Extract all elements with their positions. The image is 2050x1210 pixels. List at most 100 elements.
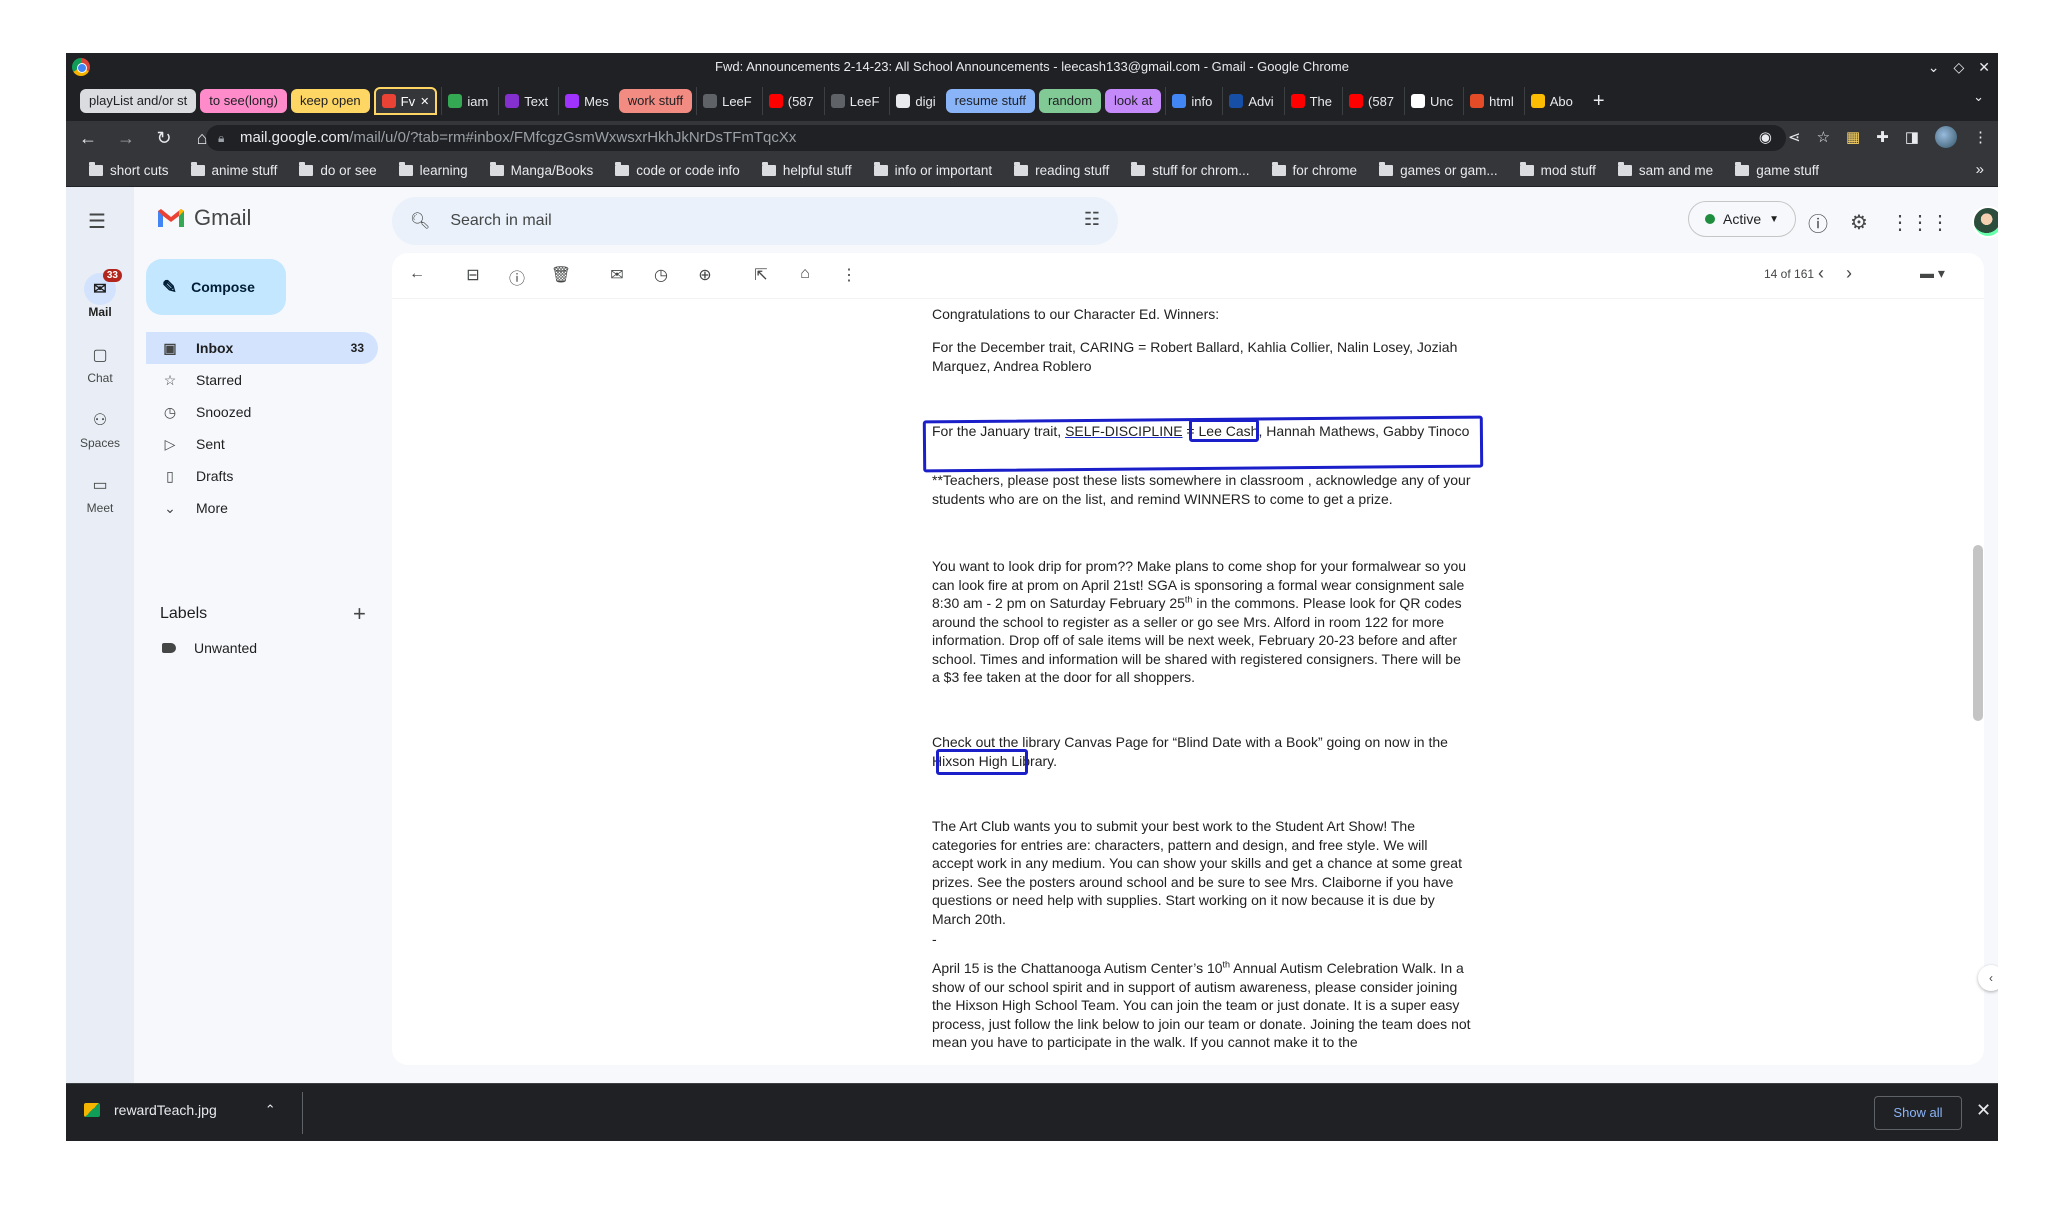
- share-icon[interactable]: ⋖: [1788, 128, 1801, 146]
- status-chip[interactable]: Active ▼: [1688, 201, 1797, 237]
- help-icon[interactable]: ⓘ: [1808, 208, 1828, 237]
- nav-snoozed[interactable]: ◷ Snoozed: [146, 396, 378, 428]
- show-all-button[interactable]: Show all: [1874, 1096, 1962, 1130]
- move-to-icon[interactable]: ⇱: [750, 265, 772, 285]
- nav-more[interactable]: ⌄ More: [146, 492, 378, 524]
- compose-button[interactable]: ✎ Compose: [146, 259, 286, 315]
- browser-tab[interactable]: (587: [761, 87, 820, 115]
- search-icon[interactable]: 🔍︎: [410, 211, 430, 231]
- apps-grid-icon[interactable]: ⋮⋮⋮: [1890, 210, 1950, 235]
- puzzle-icon[interactable]: ✚: [1876, 128, 1889, 146]
- scrollbar[interactable]: [1970, 305, 1984, 1065]
- rail-meet[interactable]: ▭ Meet: [66, 469, 134, 515]
- snooze-icon[interactable]: ◷: [650, 265, 672, 285]
- tab-group-chip[interactable]: work stuff: [618, 89, 693, 113]
- bookmarks-overflow-icon[interactable]: »: [1976, 161, 1984, 178]
- side-panel-toggle-icon[interactable]: ‹: [1978, 965, 1998, 991]
- search-options-icon[interactable]: ☷: [1084, 209, 1100, 230]
- browser-tab[interactable]: LeeF: [696, 87, 758, 115]
- account-avatar[interactable]: [1971, 206, 1998, 238]
- main-menu-icon[interactable]: ☰: [88, 209, 106, 234]
- gmail-logo[interactable]: Gmail: [156, 205, 251, 231]
- back-to-inbox-icon[interactable]: ←: [406, 265, 428, 283]
- browser-tab[interactable]: (587: [1342, 87, 1400, 115]
- close-tab-icon[interactable]: ✕: [420, 95, 429, 108]
- close-download-bar-icon[interactable]: ✕: [1976, 1100, 1991, 1121]
- add-task-icon[interactable]: ⊕: [694, 265, 716, 285]
- tab-group-chip[interactable]: resume stuff: [945, 89, 1035, 113]
- chevron-up-icon[interactable]: ⌃: [265, 1102, 276, 1118]
- tab-group-chip[interactable]: look at: [1105, 89, 1162, 113]
- tab-group-chip[interactable]: playList and/or st: [80, 89, 197, 113]
- maximize-icon[interactable]: ◇: [1953, 53, 1964, 81]
- bookmark-folder[interactable]: sam and me: [1607, 162, 1724, 178]
- tab-group-chip[interactable]: to see(long): [200, 89, 287, 113]
- bookmark-folder[interactable]: games or gam...: [1368, 162, 1509, 178]
- reload-icon[interactable]: ↻: [152, 128, 176, 149]
- browser-tab[interactable]: info: [1165, 87, 1218, 115]
- bookmark-folder[interactable]: code or code info: [604, 162, 751, 178]
- browser-tab[interactable]: Mes: [558, 87, 615, 115]
- tab-group-chip[interactable]: keep open: [290, 89, 370, 113]
- older-icon[interactable]: ›: [1846, 263, 1852, 284]
- browser-tab-active[interactable]: Fv ✕: [373, 87, 438, 115]
- browser-tab[interactable]: Text: [498, 87, 554, 115]
- new-tab-icon[interactable]: +: [1583, 90, 1615, 113]
- browser-tab[interactable]: digi: [889, 87, 941, 115]
- label-icon[interactable]: ⌂: [794, 265, 816, 283]
- bookmark-folder[interactable]: mod stuff: [1509, 162, 1607, 178]
- tab-search-icon[interactable]: ⌄: [1973, 89, 1984, 105]
- browser-tab[interactable]: html: [1463, 87, 1520, 115]
- nav-sent[interactable]: ▷ Sent: [146, 428, 378, 460]
- rail-spaces[interactable]: ⚇ Spaces: [66, 404, 134, 450]
- browser-tab[interactable]: LeeF: [823, 87, 886, 115]
- label-unwanted[interactable]: Unwanted: [162, 640, 257, 656]
- rail-chat[interactable]: ▢ Chat: [66, 339, 134, 385]
- bookmark-star-icon[interactable]: ☆: [1817, 128, 1830, 146]
- settings-gear-icon[interactable]: ⚙: [1850, 210, 1868, 235]
- input-tools-icon[interactable]: ▬ ▾: [1920, 265, 1945, 282]
- browser-tab[interactable]: The: [1283, 87, 1338, 115]
- bookmark-folder[interactable]: learning: [388, 162, 479, 178]
- nav-inbox[interactable]: ▣ Inbox 33: [146, 332, 378, 364]
- chrome-menu-icon[interactable]: ⋮: [1973, 128, 1988, 146]
- search-bar[interactable]: 🔍︎ Search in mail ☷: [392, 197, 1118, 245]
- profile-avatar[interactable]: [1935, 126, 1957, 148]
- bookmark-folder[interactable]: anime stuff: [180, 162, 289, 178]
- bookmark-folder[interactable]: game stuff: [1724, 162, 1830, 178]
- address-bar[interactable]: 🔒︎ mail.google.com/mail/u/0/?tab=rm#inbo…: [206, 125, 1786, 151]
- bookmark-folder[interactable]: reading stuff: [1003, 162, 1120, 178]
- back-icon[interactable]: ←: [76, 128, 100, 149]
- nav-drafts[interactable]: ▯ Drafts: [146, 460, 378, 492]
- download-item[interactable]: rewardTeach.jpg ⌃: [84, 1102, 276, 1118]
- browser-tab[interactable]: Unc: [1404, 87, 1459, 115]
- search-input[interactable]: Search in mail: [450, 212, 551, 230]
- lock-icon[interactable]: 🔒︎: [218, 125, 224, 151]
- browser-tab[interactable]: Abo: [1523, 87, 1579, 115]
- tab-group-chip[interactable]: random: [1038, 89, 1102, 113]
- mark-unread-icon[interactable]: ✉: [606, 265, 628, 285]
- close-window-icon[interactable]: ✕: [1978, 53, 1990, 81]
- side-panel-icon[interactable]: ◨: [1905, 128, 1919, 146]
- extension-icon[interactable]: ▦: [1846, 128, 1860, 146]
- forward-icon[interactable]: →: [114, 128, 138, 149]
- minimize-icon[interactable]: ⌄: [1928, 53, 1940, 81]
- scroll-thumb[interactable]: [1973, 545, 1983, 721]
- bookmark-folder[interactable]: short cuts: [78, 162, 180, 178]
- nav-starred[interactable]: ☆ Starred: [146, 364, 378, 396]
- delete-icon[interactable]: 🗑︎: [550, 265, 572, 285]
- bookmark-folder[interactable]: stuff for chrom...: [1120, 162, 1260, 178]
- eye-icon[interactable]: ◉: [1759, 128, 1772, 146]
- bookmark-folder[interactable]: helpful stuff: [751, 162, 863, 178]
- more-actions-icon[interactable]: ⋮: [838, 265, 860, 285]
- rail-mail[interactable]: ✉ 33 Mail: [66, 269, 134, 319]
- browser-tab[interactable]: Advi: [1222, 87, 1279, 115]
- bookmark-folder[interactable]: Manga/Books: [479, 162, 605, 178]
- bookmark-folder[interactable]: do or see: [288, 162, 387, 178]
- bookmark-folder[interactable]: for chrome: [1261, 162, 1369, 178]
- report-spam-icon[interactable]: ⓘ: [506, 265, 528, 289]
- add-label-icon[interactable]: +: [353, 601, 366, 627]
- bookmark-folder[interactable]: info or important: [863, 162, 1004, 178]
- archive-icon[interactable]: ⊟: [462, 265, 484, 285]
- browser-tab[interactable]: iam: [441, 87, 494, 115]
